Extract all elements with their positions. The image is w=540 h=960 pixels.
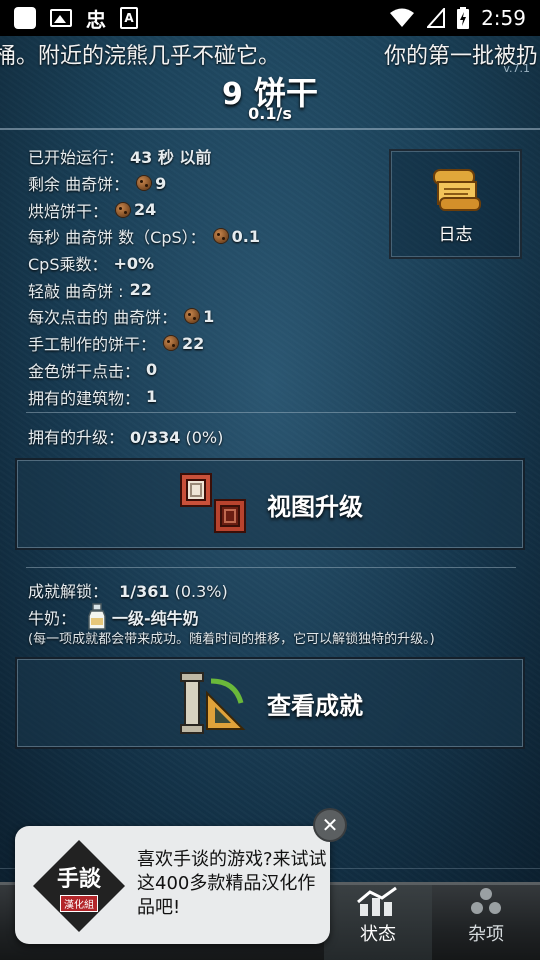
- ad-banner[interactable]: 手談 漢化組 喜欢手谈的游戏?来试试这400多款精品汉化作品吧!: [15, 826, 330, 944]
- app-square-icon: [14, 7, 36, 29]
- wifi-icon: [390, 8, 415, 27]
- stat-label: 轻敲 曲奇饼 :: [28, 281, 124, 301]
- nav-stats-label: 状态: [360, 924, 396, 945]
- stat-label: CpS乘数：: [28, 255, 108, 275]
- achievements-unlocked: 成就解锁： 1/361 (0.3%): [28, 578, 228, 602]
- cookie-icon: [116, 202, 131, 217]
- ticker-text-1: 桶。附近的浣熊几乎不碰它。: [0, 44, 281, 69]
- stat-label: 拥有的建筑物：: [28, 388, 141, 408]
- stat-value: 1: [203, 306, 215, 326]
- stat-value: 1: [146, 387, 158, 407]
- a-notification-icon: A: [120, 7, 138, 29]
- stat-value: 22: [182, 333, 205, 353]
- milk-bottle-icon: [88, 603, 106, 630]
- stat-row: 每次点击的 曲奇饼： 1: [28, 303, 388, 330]
- stat-value: 22: [129, 280, 152, 300]
- ad-logo-text: 手談: [56, 865, 101, 892]
- stat-label: 手工制作的饼干：: [28, 335, 157, 355]
- upgrades-owned: 拥有的升级： 0/334 (0%): [28, 424, 223, 448]
- stat-value: 43 秒 以前: [130, 148, 212, 168]
- upgrades-percent: (0%): [185, 428, 224, 447]
- news-ticker[interactable]: 桶。附近的浣熊几乎不碰它。 你的第一批被扔: [0, 36, 540, 72]
- stat-value: 24: [134, 200, 157, 220]
- stat-value: 0.1: [231, 226, 261, 246]
- achievements-value: 1/361: [119, 582, 170, 601]
- view-upgrades-label: 视图升级: [267, 492, 363, 521]
- achievements-percent: (0.3%): [174, 582, 228, 601]
- section-divider: [26, 412, 516, 413]
- view-achievements-button[interactable]: 查看成就: [15, 657, 525, 749]
- stat-row: 烘焙饼干： 24: [28, 196, 388, 223]
- app-notification-icon: 忠: [86, 7, 106, 32]
- nav-misc-label: 杂项: [468, 924, 504, 945]
- stat-row: 已开始运行： 43 秒 以前: [28, 143, 388, 170]
- scroll-icon: [432, 168, 481, 211]
- stats-list: 已开始运行： 43 秒 以前 剩余 曲奇饼： 9 烘焙饼干： 24 每秒 曲奇饼 数（…: [28, 143, 388, 410]
- misc-dots-icon: [469, 886, 503, 916]
- stat-row: CpS乘数： +0%: [28, 250, 388, 277]
- cookie-icon: [185, 309, 200, 324]
- header-divider: [0, 128, 540, 130]
- upgrades-label: 拥有的升级：: [28, 428, 125, 447]
- stat-label: 剩余 曲奇饼：: [28, 175, 130, 195]
- stat-row: 拥有的建筑物： 1: [28, 383, 388, 410]
- image-notification-icon: [50, 9, 72, 27]
- achievements-label: 成就解锁：: [28, 582, 109, 601]
- stat-value: +0%: [113, 253, 155, 273]
- cookies-per-second: 0.1/s: [248, 104, 292, 123]
- achievements-note: (每一项成就都会带来成功。随着时间的推移，它可以解锁独特的升级。): [28, 632, 435, 647]
- achievements-icon: [180, 672, 246, 734]
- stat-label: 烘焙饼干：: [28, 201, 109, 221]
- view-upgrades-button[interactable]: 视图升级: [15, 458, 525, 550]
- nav-misc[interactable]: 杂项: [432, 885, 540, 960]
- cookie-icon: [164, 336, 179, 351]
- stat-row: 手工制作的饼干： 22: [28, 330, 388, 357]
- close-icon[interactable]: ✕: [315, 810, 345, 840]
- stat-label: 金色饼干点击：: [28, 361, 141, 381]
- status-bar: 忠 A 2:59: [0, 0, 540, 36]
- stat-label: 每次点击的 曲奇饼：: [28, 308, 178, 328]
- stat-value: 9: [155, 173, 167, 193]
- stat-row: 金色饼干点击： 0: [28, 357, 388, 384]
- stat-row: 每秒 曲奇饼 数（CpS）： 0.1: [28, 223, 388, 250]
- battery-charging-icon: [457, 7, 470, 29]
- ad-logo-stamp: 漢化組: [60, 894, 98, 912]
- upgrades-icon: [180, 473, 246, 533]
- stat-row: 剩余 曲奇饼： 9: [28, 170, 388, 197]
- milk-label: 牛奶：: [28, 609, 77, 628]
- nav-stats[interactable]: 状态: [324, 885, 432, 960]
- cookie-icon: [137, 176, 152, 191]
- cookie-icon: [213, 229, 228, 244]
- signal-icon: [427, 8, 446, 28]
- view-achievements-label: 查看成就: [267, 691, 363, 720]
- clock: 2:59: [481, 6, 526, 30]
- stat-label: 已开始运行：: [28, 148, 125, 168]
- stat-label: 每秒 曲奇饼 数（CpS）：: [28, 228, 206, 248]
- milk-row: 牛奶： 一级-纯牛奶: [28, 603, 199, 631]
- milk-value: 一级-纯牛奶: [112, 609, 199, 628]
- stats-chart-icon: [356, 886, 400, 916]
- ad-text: 喜欢手谈的游戏?来试试这400多款精品汉化作品吧!: [137, 849, 327, 918]
- section-divider: [26, 567, 516, 568]
- ad-logo: 手談 漢化組: [41, 848, 117, 924]
- log-button-label: 日志: [438, 224, 473, 245]
- upgrades-value: 0/334: [130, 428, 181, 447]
- log-button[interactable]: 日志: [389, 149, 522, 259]
- stat-value: 0: [146, 360, 158, 380]
- stat-row: 轻敲 曲奇饼 :22: [28, 276, 388, 303]
